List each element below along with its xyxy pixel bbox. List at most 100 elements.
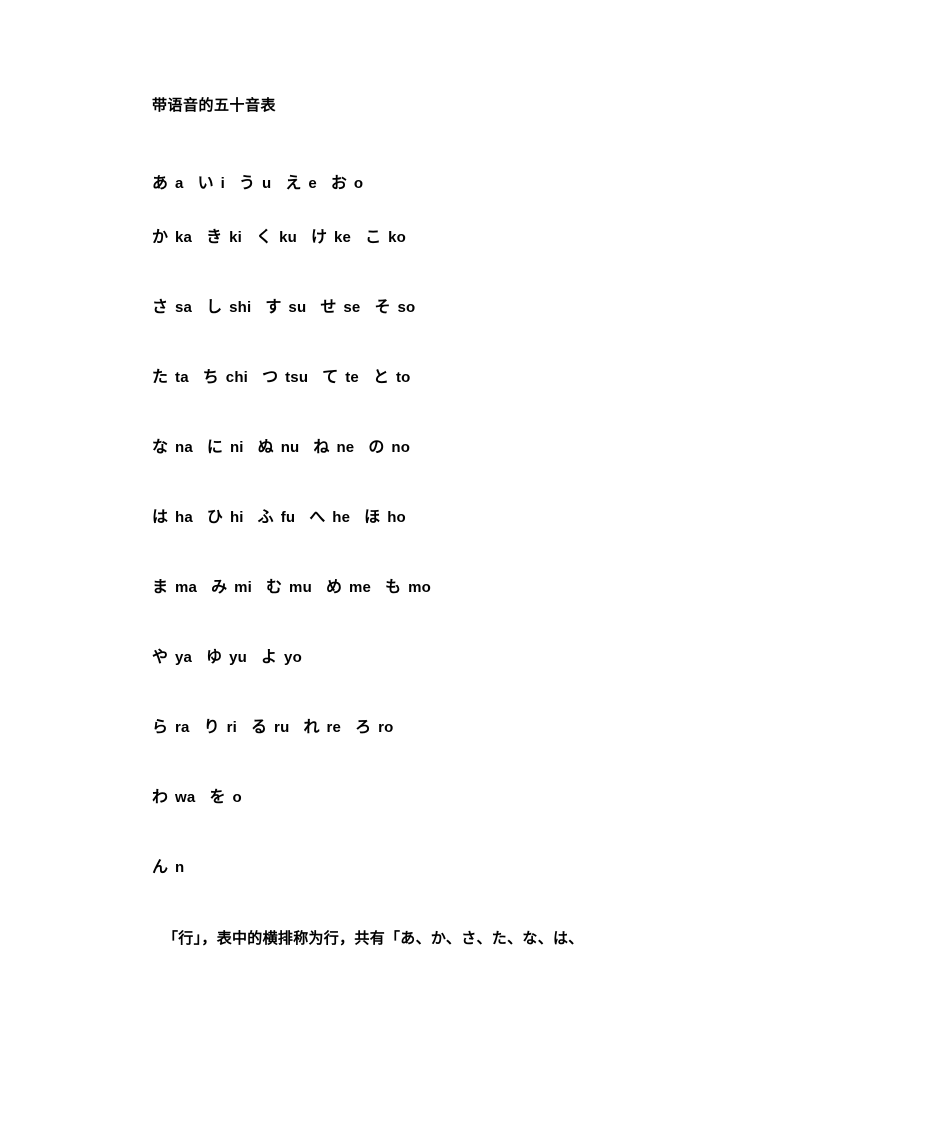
kana-character: せ <box>320 299 337 316</box>
kana-pair[interactable]: いi <box>198 173 239 195</box>
kana-romaji: re <box>326 719 342 736</box>
kana-pair[interactable]: えe <box>285 173 331 195</box>
kana-pair[interactable]: る ru <box>251 717 303 739</box>
gojuon-kana-table: あ a い i う u え e お o か ka き ki く ku け ke こ ko さ sa し shi す su せ se そ s… <box>152 116 852 903</box>
document-page: 带语音的五十音表 あ a い i う u え e お o か ka き ki く ku け ke こ ko さ sa し sh… <box>0 0 945 1123</box>
kana-romaji: yu <box>229 649 248 666</box>
kana-pair[interactable]: ぬ nu <box>258 437 314 459</box>
kana-character: す <box>265 299 282 316</box>
kana-row-ta-row: た ta ち chi つ tsu て te と to <box>152 343 852 413</box>
kana-pair[interactable]: んn <box>152 857 198 879</box>
kana-romaji: a <box>175 175 184 192</box>
kana-character: ぬ <box>257 439 274 456</box>
kana-character: い <box>197 175 214 192</box>
kana-character: ひ <box>206 509 223 526</box>
kana-character: り <box>203 719 220 736</box>
kana-romaji: n <box>175 859 185 876</box>
kana-pair[interactable]: け ke <box>311 227 365 249</box>
kana-pair[interactable]: こ ko <box>365 227 420 249</box>
kana-romaji: ri <box>226 719 238 736</box>
kana-character: う <box>238 175 255 192</box>
kana-romaji: hi <box>229 509 244 526</box>
kana-pair[interactable]: く ku <box>256 227 311 249</box>
kana-pair[interactable]: おo <box>331 173 377 195</box>
kana-character: も <box>385 579 402 596</box>
kana-character: ふ <box>257 509 274 526</box>
kana-pair[interactable]: うu <box>239 173 285 195</box>
kana-character: の <box>368 439 385 456</box>
kana-pair[interactable]: み mi <box>211 577 266 599</box>
kana-pair[interactable]: あa <box>152 173 198 195</box>
kana-romaji: su <box>288 299 307 316</box>
kana-pair[interactable]: め me <box>326 577 385 599</box>
kana-character: ら <box>152 719 169 736</box>
kana-pair[interactable]: り ri <box>204 717 251 739</box>
kana-character: こ <box>365 229 382 246</box>
kana-pair[interactable]: ゆ yu <box>206 647 261 669</box>
kana-character: さ <box>152 299 169 316</box>
kana-pair[interactable]: へ he <box>309 507 364 529</box>
kana-pair[interactable]: は ha <box>152 507 207 529</box>
kana-pair[interactable]: ほ ho <box>364 507 420 529</box>
kana-pair[interactable]: か ka <box>152 227 206 249</box>
kana-romaji: e <box>308 175 317 192</box>
kana-pair[interactable]: き ki <box>206 227 256 249</box>
kana-character: る <box>251 719 268 736</box>
kana-pair[interactable]: た ta <box>152 367 203 389</box>
kana-pair[interactable]: や ya <box>152 647 206 669</box>
kana-pair[interactable]: な na <box>152 437 207 459</box>
kana-romaji: no <box>391 439 411 456</box>
kana-pair[interactable]: ち chi <box>203 367 262 389</box>
kana-romaji: ni <box>229 439 244 456</box>
kana-row-ra-row: ら ra り ri る ru れ re ろ ro <box>152 693 852 763</box>
kana-pair[interactable]: て te <box>322 367 373 389</box>
kana-romaji: shi <box>229 299 252 316</box>
kana-pair[interactable]: の no <box>368 437 424 459</box>
kana-romaji: ya <box>175 649 193 666</box>
kana-character: ほ <box>364 509 381 526</box>
kana-romaji: to <box>395 369 411 386</box>
kana-pair[interactable]: れ re <box>303 717 355 739</box>
kana-row-sa-row: さ sa し shi す su せ se そ so <box>152 273 852 343</box>
kana-row-ha-row: は ha ひ hi ふ fu へ he ほ ho <box>152 483 852 553</box>
kana-pair[interactable]: そ so <box>374 297 429 319</box>
kana-pair[interactable]: ま ma <box>152 577 211 599</box>
kana-character: と <box>372 369 389 386</box>
kana-character: け <box>310 229 327 246</box>
kana-character: む <box>266 579 283 596</box>
kana-romaji: i <box>220 175 225 192</box>
kana-pair[interactable]: ひ hi <box>207 507 258 529</box>
kana-pair[interactable]: わ wa <box>152 787 209 809</box>
kana-romaji: mo <box>408 579 431 596</box>
kana-pair[interactable]: ふ fu <box>258 507 310 529</box>
kana-pair[interactable]: ね ne <box>313 437 368 459</box>
kana-character: ち <box>202 369 219 386</box>
kana-pair[interactable]: をo <box>209 787 255 809</box>
kana-romaji: te <box>345 369 359 386</box>
kana-character: わ <box>152 789 169 806</box>
kana-pair[interactable]: も mo <box>385 577 445 599</box>
kana-romaji: o <box>353 175 364 192</box>
kana-character: ん <box>152 859 169 876</box>
kana-character: し <box>206 299 223 316</box>
kana-romaji: chi <box>225 369 249 386</box>
kana-pair[interactable]: よ yo <box>261 647 316 669</box>
kana-pair[interactable]: ら ra <box>152 717 204 739</box>
kana-pair[interactable]: さ sa <box>152 297 206 319</box>
kana-pair[interactable]: せ se <box>320 297 374 319</box>
kana-pair[interactable]: む mu <box>266 577 326 599</box>
kana-character: く <box>256 229 273 246</box>
kana-pair[interactable]: し shi <box>206 297 265 319</box>
kana-row-n-row: んn <box>152 833 852 903</box>
kana-character: め <box>325 579 342 596</box>
kana-pair[interactable]: す su <box>265 297 320 319</box>
kana-character: そ <box>374 299 391 316</box>
kana-romaji: so <box>397 299 416 316</box>
kana-pair[interactable]: つ tsu <box>262 367 322 389</box>
kana-pair[interactable]: ろ ro <box>355 717 407 739</box>
kana-romaji: sa <box>175 299 193 316</box>
kana-romaji: ku <box>279 229 297 246</box>
kana-pair[interactable]: と to <box>373 367 425 389</box>
kana-pair[interactable]: に ni <box>207 437 258 459</box>
kana-character: や <box>152 649 169 666</box>
